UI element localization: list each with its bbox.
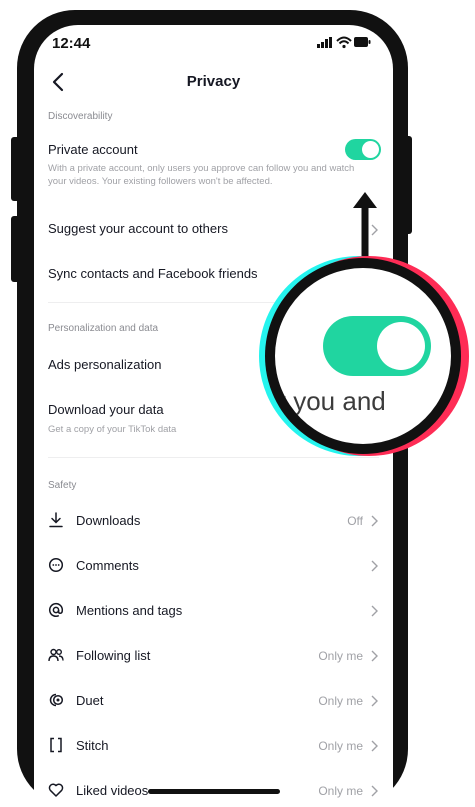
duet-icon (49, 693, 64, 707)
people-icon (48, 648, 64, 662)
toggle-knob (362, 141, 379, 158)
section-discoverability: Discoverability (48, 111, 113, 122)
page-title: Privacy (186, 73, 241, 90)
chevron-right-icon (371, 605, 378, 617)
at-icon (48, 602, 64, 617)
zoomed-text: y you and (275, 386, 386, 416)
stitch-icon (50, 737, 62, 753)
magnifier-callout: y you and (259, 256, 469, 464)
mentions-label: Mentions and tags (76, 603, 183, 618)
chevron-right-icon (371, 515, 378, 527)
heart-icon (48, 783, 64, 797)
liked-videos-label: Liked videos (76, 783, 149, 798)
home-indicator (148, 789, 280, 794)
downloads-label: Downloads (76, 513, 141, 528)
battery-icon (354, 37, 371, 47)
zoomed-toggle-knob (377, 322, 425, 370)
private-account-toggle[interactable] (345, 139, 381, 160)
downloads-value: Off (347, 514, 363, 528)
status-time: 12:44 (52, 35, 91, 52)
chevron-right-icon (371, 650, 378, 662)
zoomed-toggle (323, 316, 431, 376)
wifi-icon (336, 36, 352, 49)
chevron-right-icon (371, 560, 378, 572)
download-icon (49, 512, 63, 528)
comment-icon (48, 557, 64, 573)
suggest-account-label: Suggest your account to others (48, 221, 228, 236)
chevron-right-icon (371, 785, 378, 797)
sync-contacts-label: Sync contacts and Facebook friends (48, 266, 258, 281)
stitch-value: Only me (318, 739, 363, 753)
duet-label: Duet (76, 693, 104, 708)
cellular-icon (317, 37, 332, 48)
magnifier-lens: y you and (275, 268, 451, 444)
chevron-right-icon (371, 695, 378, 707)
ads-personalization-label: Ads personalization (48, 357, 162, 372)
callout-arrow (353, 192, 377, 266)
download-data-label: Download your data (48, 402, 164, 417)
liked-videos-value: Only me (318, 784, 363, 798)
comments-label: Comments (76, 558, 139, 573)
section-safety: Safety (48, 480, 77, 491)
status-bar: 12:44 (34, 25, 393, 61)
stitch-label: Stitch (76, 738, 109, 753)
chevron-right-icon (371, 740, 378, 752)
nav-bar: Privacy (34, 61, 393, 105)
following-list-label: Following list (76, 648, 151, 663)
private-account-description: With a private account, only users you a… (48, 163, 355, 187)
private-account-label: Private account (48, 142, 138, 157)
section-personalization: Personalization and data (48, 323, 159, 334)
following-list-value: Only me (318, 649, 363, 663)
duet-value: Only me (318, 694, 363, 708)
status-icons (317, 36, 371, 49)
